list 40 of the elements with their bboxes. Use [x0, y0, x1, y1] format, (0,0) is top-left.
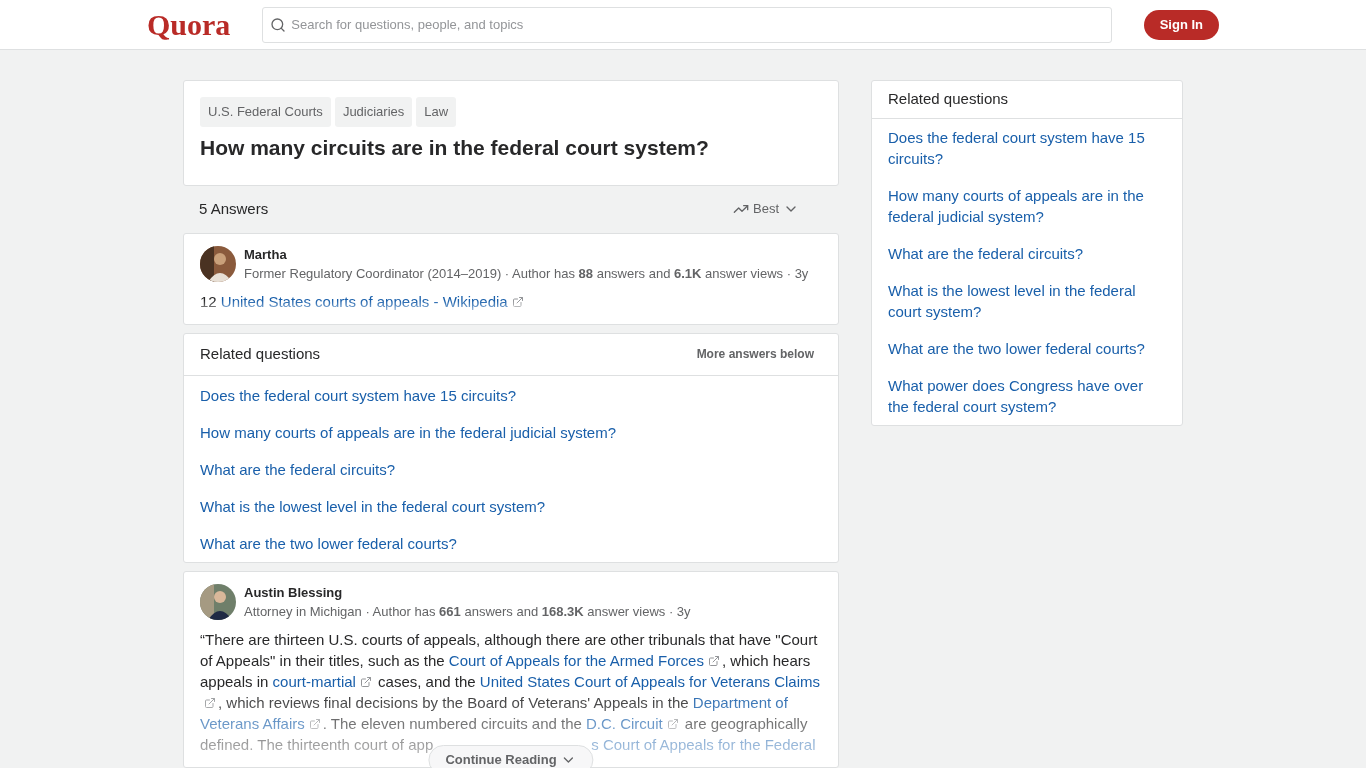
- author-credential: Attorney in Michigan · Author has 661 answers and 168.3K answer views · 3y: [244, 602, 691, 621]
- related-question-link[interactable]: What are the federal circuits?: [200, 458, 822, 480]
- related-question-link[interactable]: Does the federal court system have 15 circuits?: [200, 384, 822, 406]
- sign-in-button[interactable]: Sign In: [1143, 9, 1219, 40]
- external-link-icon: [511, 295, 524, 308]
- question-title: How many circuits are in the federal court system?: [200, 134, 710, 161]
- more-answers-note: More answers below: [696, 346, 814, 363]
- external-link-icon: [666, 717, 679, 730]
- panel-title: Related questions: [888, 89, 1009, 110]
- answer-count: 5 Answers: [199, 198, 269, 219]
- card-title: Related questions: [200, 343, 321, 364]
- search-icon: [270, 16, 287, 33]
- external-link-icon: [204, 696, 216, 709]
- related-question-link[interactable]: What power does Congress have over the federal court system?: [888, 375, 1166, 417]
- external-link-icon: [308, 717, 321, 730]
- related-question-link[interactable]: What is the lowest level in the federal court system?: [888, 280, 1166, 322]
- related-question-link[interactable]: What are the two lower federal courts?: [200, 532, 822, 554]
- answer-text: 12 United States courts of appeals - Wikipedia: [200, 290, 822, 312]
- related-question-link[interactable]: What are the federal circuits?: [888, 243, 1166, 264]
- topic-tag[interactable]: Judiciaries: [334, 97, 413, 127]
- related-question-link[interactable]: What are the two lower federal courts?: [888, 338, 1166, 359]
- topic-tag[interactable]: Law: [416, 97, 457, 127]
- related-question-link[interactable]: What is the lowest level in the federal court system?: [200, 495, 822, 517]
- external-link[interactable]: United States courts of appeals - Wikipedia: [220, 292, 508, 310]
- topic-tag[interactable]: U.S. Federal Courts: [200, 97, 331, 127]
- external-link[interactable]: court-martial: [272, 672, 356, 690]
- author-credential: Former Regulatory Coordinator (2014–2019) · Author has 88 answers and 6.1K answer views · 3y: [244, 264, 809, 283]
- author-name[interactable]: Martha: [244, 245, 809, 264]
- external-link-icon: [359, 675, 372, 688]
- author-name[interactable]: Austin Blessing: [244, 583, 691, 602]
- logo[interactable]: Quora: [147, 9, 231, 40]
- external-link[interactable]: United States Court of Appeals for Veterans Claims: [479, 672, 820, 690]
- related-question-link[interactable]: Does the federal court system have 15 circuits?: [888, 127, 1166, 169]
- related-question-link[interactable]: How many courts of appeals are in the federal judicial system?: [200, 421, 822, 443]
- external-link-icon: [707, 654, 720, 667]
- related-question-link[interactable]: How many courts of appeals are in the federal judicial system?: [888, 185, 1166, 227]
- external-link[interactable]: Court of Appeals for the Armed Forces: [448, 651, 704, 669]
- sort-dropdown[interactable]: Best: [733, 199, 799, 219]
- external-link[interactable]: Department of: [692, 693, 788, 711]
- search-field[interactable]: Search for questions, people, and topics: [262, 6, 1112, 43]
